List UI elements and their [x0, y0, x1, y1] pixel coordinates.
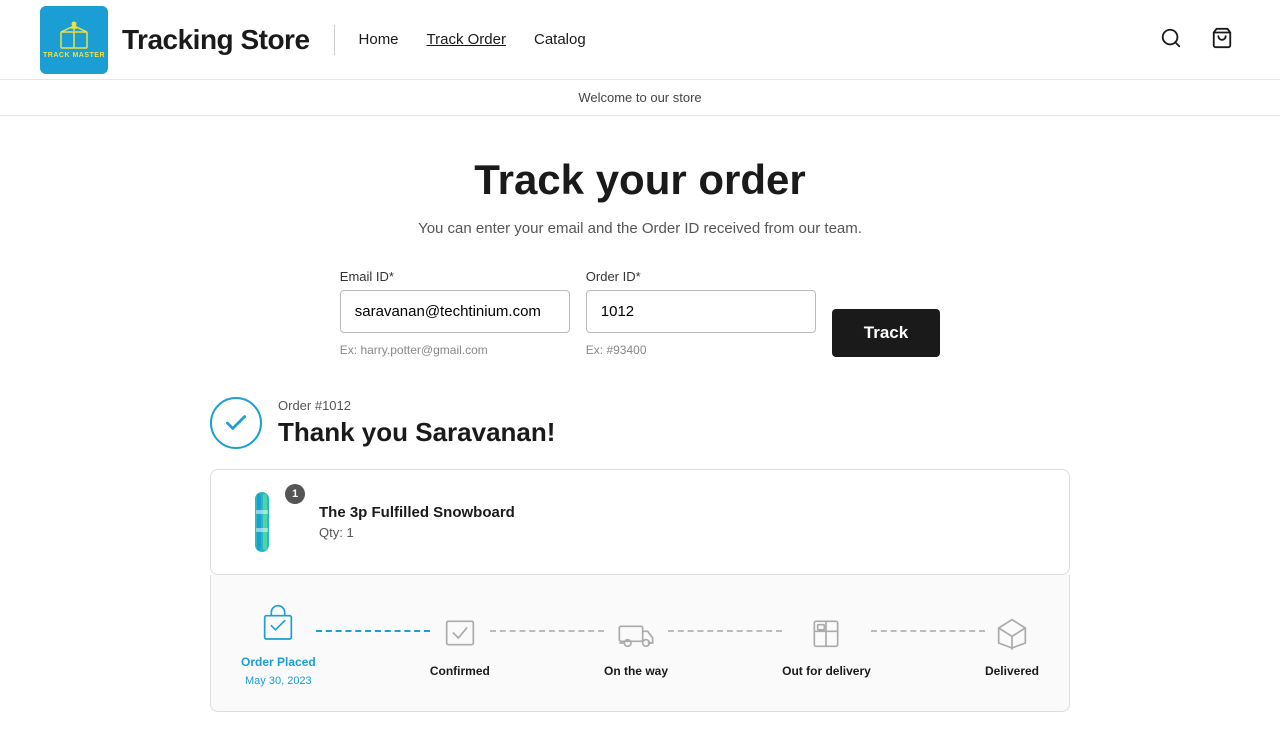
- step-date-placed: May 30, 2023: [245, 675, 312, 687]
- step-label-out-delivery: Out for delivery: [782, 664, 871, 678]
- product-info: The 3p Fulfilled Snowboard Qty: 1: [319, 504, 515, 540]
- quantity-badge: 1: [285, 484, 305, 504]
- order-id-hint: Ex: #93400: [586, 343, 816, 357]
- success-check-icon: [210, 397, 262, 449]
- email-input[interactable]: [340, 290, 570, 333]
- timeline-steps: Order Placed May 30, 2023 Confirmed: [241, 599, 1039, 687]
- step-confirmed: Confirmed: [430, 608, 490, 678]
- step-on-the-way: On the way: [604, 608, 668, 678]
- order-id-label: Order ID*: [586, 269, 816, 284]
- order-id-input[interactable]: [586, 290, 816, 333]
- product-card: 1 The 3p Fulfilled Snowboard Qty: 1: [210, 469, 1070, 575]
- logo-area: TRACK MASTER Tracking Store: [40, 6, 310, 74]
- delivered-icon: [987, 608, 1037, 658]
- product-image-wrap: 1: [235, 490, 299, 554]
- page-subtitle: You can enter your email and the Order I…: [210, 220, 1070, 237]
- header: TRACK MASTER Tracking Store Home Track O…: [0, 0, 1280, 80]
- announcement-bar: Welcome to our store: [0, 80, 1280, 116]
- announcement-text: Welcome to our store: [578, 90, 701, 105]
- site-title: Tracking Store: [122, 24, 310, 56]
- email-field-group: Email ID* Ex: harry.potter@gmail.com: [340, 269, 570, 357]
- thank-you-message: Thank you Saravanan!: [278, 417, 555, 448]
- step-delivered: Delivered: [985, 608, 1039, 678]
- nav-track-order[interactable]: Track Order: [427, 31, 506, 48]
- product-name: The 3p Fulfilled Snowboard: [319, 504, 515, 521]
- nav-home[interactable]: Home: [359, 31, 399, 48]
- cart-button[interactable]: [1204, 21, 1240, 58]
- logo-icon: TRACK MASTER: [40, 6, 108, 74]
- order-header: Order #1012 Thank you Saravanan!: [210, 397, 1070, 449]
- email-label: Email ID*: [340, 269, 570, 284]
- product-row: 1 The 3p Fulfilled Snowboard Qty: 1: [235, 490, 1045, 554]
- header-divider: [334, 25, 335, 55]
- out-for-delivery-icon: [801, 608, 851, 658]
- order-id-field-group: Order ID* Ex: #93400: [586, 269, 816, 357]
- step-label-on-way: On the way: [604, 664, 668, 678]
- confirmed-icon: [435, 608, 485, 658]
- line-2: [490, 630, 604, 632]
- order-result: Order #1012 Thank you Saravanan! 1: [210, 397, 1070, 712]
- track-button-group: Track: [832, 309, 940, 357]
- step-label-confirmed: Confirmed: [430, 664, 490, 678]
- step-out-for-delivery: Out for delivery: [782, 608, 871, 678]
- main-nav: Home Track Order Catalog: [359, 31, 586, 48]
- search-button[interactable]: [1154, 21, 1188, 58]
- cart-icon: [1210, 27, 1234, 49]
- tracking-form: Email ID* Ex: harry.potter@gmail.com Ord…: [210, 269, 1070, 357]
- product-image: [235, 490, 289, 554]
- page-title: Track your order: [210, 156, 1070, 204]
- order-number: Order #1012: [278, 398, 555, 413]
- nav-catalog[interactable]: Catalog: [534, 31, 586, 48]
- line-3: [668, 630, 782, 632]
- main-content: Track your order You can enter your emai…: [190, 116, 1090, 732]
- search-icon: [1160, 27, 1182, 49]
- step-label-placed: Order Placed: [241, 655, 316, 669]
- header-icons: [1154, 21, 1240, 58]
- tracking-timeline: Order Placed May 30, 2023 Confirmed: [210, 575, 1070, 712]
- logo-label: TRACK MASTER: [43, 52, 105, 59]
- step-order-placed: Order Placed May 30, 2023: [241, 599, 316, 687]
- order-placed-icon: [253, 599, 303, 649]
- line-1: [316, 630, 430, 632]
- step-label-delivered: Delivered: [985, 664, 1039, 678]
- on-the-way-icon: [611, 608, 661, 658]
- email-hint: Ex: harry.potter@gmail.com: [340, 343, 570, 357]
- order-title-block: Order #1012 Thank you Saravanan!: [278, 398, 555, 448]
- track-button[interactable]: Track: [832, 309, 940, 357]
- line-4: [871, 630, 985, 632]
- product-quantity: Qty: 1: [319, 525, 515, 540]
